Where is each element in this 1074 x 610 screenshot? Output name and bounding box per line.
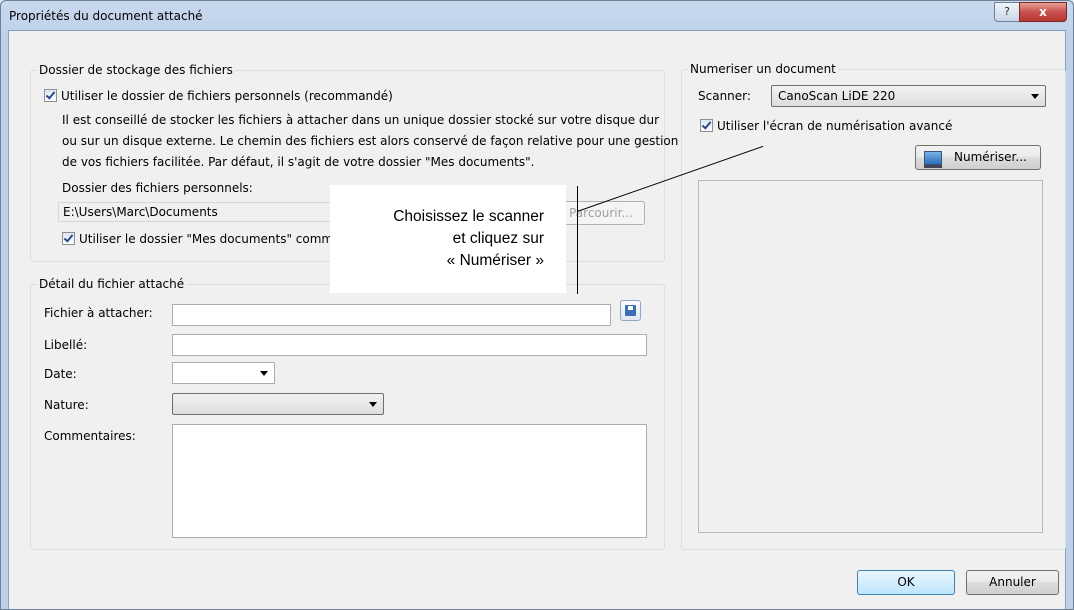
advanced-scan-label: Utiliser l'écran de numérisation avancé bbox=[717, 119, 953, 133]
callout-line-2: et cliquez sur bbox=[452, 230, 544, 247]
date-label: Date: bbox=[44, 367, 77, 381]
label-field-label: Libellé: bbox=[44, 338, 88, 352]
save-icon[interactable] bbox=[620, 300, 641, 321]
detail-group-title: Détail du fichier attaché bbox=[37, 277, 187, 291]
use-personal-folder-checkbox[interactable]: Utiliser le dossier de fichiers personne… bbox=[44, 89, 393, 103]
callout-pointer-vertical bbox=[577, 186, 578, 294]
cancel-button[interactable]: Annuler bbox=[966, 570, 1059, 595]
label-input[interactable] bbox=[172, 334, 647, 356]
nature-select[interactable] bbox=[172, 393, 384, 415]
scan-preview-area bbox=[698, 180, 1043, 533]
comments-label: Commentaires: bbox=[44, 429, 136, 443]
date-picker[interactable] bbox=[172, 362, 275, 384]
chevron-down-icon bbox=[1031, 94, 1039, 99]
scan-button-label: Numériser... bbox=[954, 150, 1027, 164]
checkbox-checked-icon bbox=[62, 232, 75, 245]
storage-group-title: Dossier de stockage des fichiers bbox=[37, 63, 235, 77]
scanner-label: Scanner: bbox=[698, 89, 751, 103]
callout-box: Choisissez le scanner et cliquez sur « N… bbox=[330, 185, 566, 293]
file-to-attach-label: Fichier à attacher: bbox=[44, 306, 153, 320]
callout-line-1: Choisissez le scanner bbox=[393, 208, 544, 225]
close-icon[interactable]: x bbox=[1019, 2, 1067, 22]
window-title: Propriétés du document attaché bbox=[9, 9, 203, 23]
use-personal-folder-label: Utiliser le dossier de fichiers personne… bbox=[61, 89, 393, 103]
checkbox-checked-icon bbox=[44, 89, 57, 102]
scanner-icon bbox=[924, 151, 942, 168]
storage-description-line-1: Il est conseillé de stocker les fichiers… bbox=[62, 113, 660, 127]
comments-textarea[interactable] bbox=[172, 424, 647, 538]
help-icon[interactable]: ? bbox=[994, 2, 1020, 22]
personal-folder-label: Dossier des fichiers personnels: bbox=[62, 181, 253, 195]
scanner-select[interactable]: CanoScan LiDE 220 bbox=[771, 85, 1046, 107]
callout-line-3: « Numériser » bbox=[446, 252, 544, 269]
nature-label: Nature: bbox=[44, 398, 89, 412]
chevron-down-icon bbox=[260, 371, 268, 376]
title-bar[interactable]: Propriétés du document attaché ? x bbox=[1, 1, 1073, 31]
use-my-documents-label: Utiliser le dossier "Mes documents" comm… bbox=[79, 232, 341, 246]
scan-group-title: Numeriser un document bbox=[688, 62, 838, 76]
use-my-documents-checkbox[interactable]: Utiliser le dossier "Mes documents" comm… bbox=[62, 232, 341, 246]
chevron-down-icon bbox=[369, 402, 377, 407]
browse-button[interactable]: Parcourir... bbox=[557, 201, 645, 225]
file-to-attach-input[interactable] bbox=[172, 304, 611, 326]
storage-description-line-2: ou sur un disque externe. Le chemin des … bbox=[62, 134, 679, 148]
scanner-value: CanoScan LiDE 220 bbox=[778, 89, 896, 103]
checkbox-checked-icon bbox=[700, 119, 713, 132]
advanced-scan-checkbox[interactable]: Utiliser l'écran de numérisation avancé bbox=[700, 119, 952, 133]
ok-button[interactable]: OK bbox=[857, 570, 955, 595]
scan-button[interactable]: Numériser... bbox=[915, 145, 1041, 170]
storage-description-line-3: de vos fichiers facilitée. Par défaut, i… bbox=[62, 155, 535, 169]
